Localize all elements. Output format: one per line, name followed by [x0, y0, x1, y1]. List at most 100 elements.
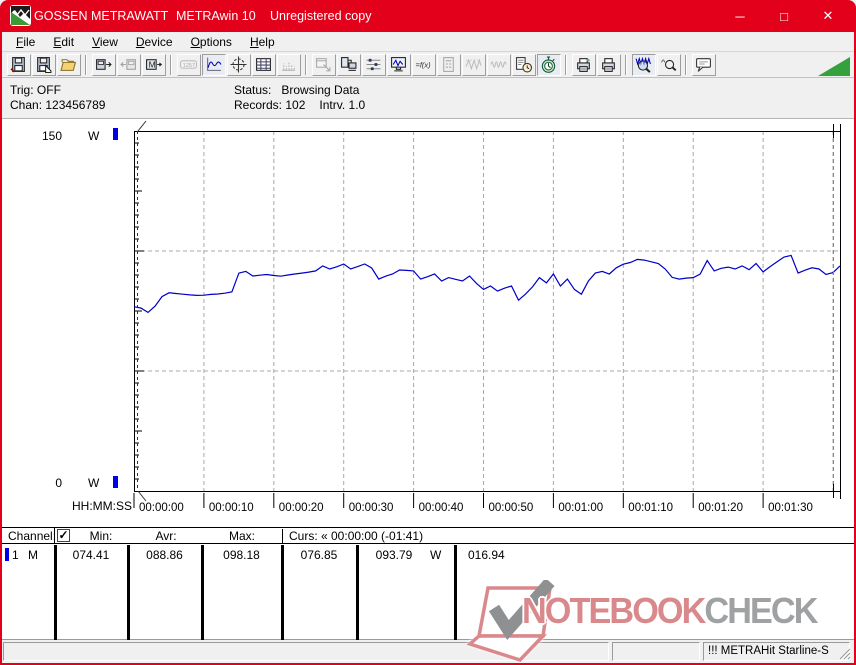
- toolbar-button-lcd-display[interactable]: 1257: [176, 53, 201, 76]
- interval-value: 1.0: [348, 98, 366, 112]
- toolbar-button-new-window[interactable]: [311, 53, 336, 76]
- statusbar-pane-middle: [612, 642, 700, 661]
- header-min: Min:: [89, 529, 113, 543]
- toolbar-button-annotation[interactable]: [691, 53, 716, 76]
- value-avr: 088.86: [146, 548, 183, 562]
- x-tick-label: 00:00:30: [349, 502, 394, 514]
- channel-number: 1: [12, 548, 19, 562]
- svg-text:1257: 1257: [183, 63, 195, 69]
- menu-item-options[interactable]: Options: [182, 33, 241, 51]
- record-data-icon: [341, 57, 357, 71]
- save-icon: [10, 57, 25, 73]
- channel-table: Channel: ✓ Min: Avr: Max: Curs: « 00:00:…: [2, 527, 854, 640]
- channel-visible-checkbox[interactable]: ✓: [57, 529, 70, 542]
- status-label: Status:: [234, 83, 272, 97]
- bargraph-view-icon: [282, 61, 295, 71]
- toolbar-button-channel-setup[interactable]: [361, 53, 386, 76]
- toolbar-separator: [305, 54, 307, 75]
- statusbar-device: !!! METRAHit Starline-S: [703, 642, 850, 661]
- toolbar-button-print-preview[interactable]: [571, 53, 596, 76]
- toolbar-button-graph-view[interactable]: [201, 53, 226, 76]
- status-panel: Trig: OFF Chan: 123456789 Status: Browsin…: [2, 78, 854, 118]
- toolbar-button-zoom-time[interactable]: [631, 53, 656, 76]
- menu-item-device[interactable]: Device: [127, 33, 182, 51]
- menu-item-view[interactable]: View: [83, 33, 127, 51]
- toolbar-button-bargraph-view[interactable]: [276, 53, 301, 76]
- toolbar-button-device-export[interactable]: [91, 53, 116, 76]
- device-export-icon: [96, 59, 112, 70]
- y-range-marker-bottom[interactable]: [113, 476, 118, 488]
- plot-border: [134, 131, 841, 492]
- status-value: Browsing Data: [281, 83, 360, 97]
- x-tick-label: 00:00:00: [139, 502, 184, 514]
- toolbar-button-print[interactable]: [596, 53, 621, 76]
- toolbar-button-time-record[interactable]: [511, 53, 536, 76]
- calc-channel-icon: [443, 57, 454, 72]
- print-icon: [602, 58, 615, 72]
- toolbar-button-calc-channel[interactable]: [436, 53, 461, 76]
- menu-bar: File Edit View Device Options Help: [2, 32, 854, 52]
- y-range-marker-top[interactable]: [113, 128, 118, 140]
- toolbar-button-formula[interactable]: =f(x): [411, 53, 436, 76]
- value-cursor2: 093.79: [375, 548, 413, 562]
- header-cursor-info: Curs: « 00:00:00 (-01:41): [282, 529, 423, 544]
- channel-mode: M: [28, 548, 38, 562]
- trig-value: OFF: [36, 83, 61, 97]
- title-brand: GOSSEN METRAWATT: [34, 9, 169, 23]
- toolbar-button-stopwatch[interactable]: [536, 53, 561, 76]
- open-icon: [60, 59, 77, 71]
- value-min: 074.41: [72, 548, 110, 562]
- header-avr: Avr:: [155, 529, 177, 543]
- maximize-button[interactable]: □: [762, 0, 806, 32]
- time-record-icon: [516, 57, 532, 73]
- toolbar-button-device-import[interactable]: [116, 53, 141, 76]
- menu-item-edit[interactable]: Edit: [44, 33, 83, 51]
- wave-rms-icon: [490, 61, 507, 68]
- toolbar-button-zoom-out[interactable]: [656, 53, 681, 76]
- memory-read-icon: M: [146, 59, 162, 70]
- value-delta: 016.94: [468, 548, 505, 562]
- formula-icon: =f(x): [416, 61, 432, 70]
- window-border-left: [0, 24, 2, 665]
- toolbar-button-memory-read[interactable]: M: [141, 53, 166, 76]
- svg-text:=f(x): =f(x): [416, 61, 432, 70]
- minimize-button[interactable]: ─: [718, 0, 762, 32]
- y-axis-unit-bottom: W: [88, 476, 100, 490]
- toolbar-button-wave-clip[interactable]: [461, 53, 486, 76]
- menu-item-help[interactable]: Help: [241, 33, 284, 51]
- y-axis-min-label: 0: [55, 476, 62, 490]
- chart-series-line: [133, 254, 841, 314]
- x-tick-label: 00:00:50: [489, 502, 534, 514]
- resize-grip[interactable]: [838, 647, 851, 660]
- print-preview-icon: [577, 58, 590, 72]
- channel-color-marker: [5, 548, 9, 561]
- toolbar-button-record-data[interactable]: [336, 53, 361, 76]
- channel-setup-icon: [366, 58, 381, 71]
- y-axis-max-label: 150: [41, 129, 62, 143]
- save-as-icon: [37, 57, 52, 73]
- chan-label: Chan:: [10, 98, 43, 112]
- toolbar-button-pc-display[interactable]: [386, 53, 411, 76]
- toolbar-button-wave-rms[interactable]: [486, 53, 511, 76]
- toolbar-button-save[interactable]: [6, 53, 31, 76]
- statusbar-pane-left: [3, 642, 609, 661]
- table-row: 1 M 074.41 088.86 098.18 076.85 093.79 W…: [2, 545, 854, 640]
- toolbar-button-scope-view[interactable]: [226, 53, 251, 76]
- interval-label: Intrv.: [319, 98, 346, 112]
- toolbar-separator: [85, 54, 87, 75]
- chart-panel: 150 W 0 W HH:MM:SS 00:00:00 00:00:10 00:00…: [2, 118, 854, 527]
- close-button[interactable]: ✕: [806, 0, 850, 32]
- toolbar-button-save-as[interactable]: [31, 53, 56, 76]
- toolbar-button-table-view[interactable]: [251, 53, 276, 76]
- chart-plot: 00:00:00 00:00:10 00:00:20 00:00:30 00:00:40…: [133, 120, 841, 514]
- value-cursor1: 076.85: [300, 548, 338, 562]
- x-tick-label: 00:01:30: [768, 502, 813, 514]
- x-tick-label: 00:01:10: [628, 502, 673, 514]
- toolbar-button-open[interactable]: [56, 53, 81, 76]
- device-import-icon: [120, 59, 136, 70]
- header-max: Max:: [228, 529, 255, 543]
- menu-item-file[interactable]: File: [7, 33, 44, 51]
- app-logo-icon: [10, 5, 31, 26]
- status-bar: !!! METRAHit Starline-S: [2, 640, 854, 663]
- new-window-icon: [316, 58, 331, 72]
